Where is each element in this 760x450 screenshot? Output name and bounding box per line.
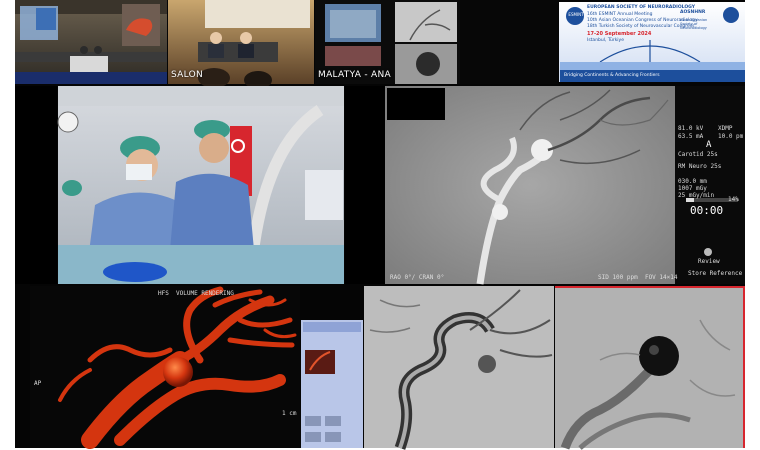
meeting-line-3: 18th Turkish Society of Neurovascular Co… (587, 24, 695, 29)
vr-header: HFS VOLUME RENDERING (158, 290, 234, 297)
operating-room-feed (57, 86, 344, 284)
geometry-readout: SID 100 ppm FOV 14×14 (598, 274, 678, 281)
right-badge: AOSNHNR (680, 10, 706, 15)
video-mosaic (15, 0, 745, 450)
timer-readout: 00:00 (690, 204, 724, 217)
ma-readout: 63.5 mA (678, 133, 704, 140)
vr-side-label: AP (34, 380, 42, 387)
dsa-coil-view (555, 286, 745, 450)
org-title: EUROPEAN SOCIETY OF NEURORADIOLOGY (587, 5, 696, 10)
workstation-sidebar (301, 286, 363, 448)
mode-readout: XDMP (718, 125, 733, 132)
progress-percent: 14% (728, 196, 739, 203)
volume-render-view (30, 286, 300, 449)
vr-scale: 1 cm (282, 410, 297, 417)
dsa-road-map-view (364, 286, 554, 450)
store-reference-label: Store Reference (688, 270, 743, 277)
plane-readout: A (706, 140, 712, 150)
dose-readout-2: 1007 mGy (678, 185, 707, 192)
review-label: Review (698, 258, 720, 265)
meeting-city: Istanbul, Türkiye (587, 38, 624, 43)
meeting-dates: 17-20 September 2024 (587, 31, 652, 37)
city-label: MALATYA - ANA (318, 70, 391, 80)
dose-readout-1: 030.0 mm (678, 178, 707, 185)
auditorium-feed (15, 0, 167, 84)
gantry-angle: RAO 0°/ CRAN 0° (390, 274, 445, 281)
meeting-line-1: 16th ESMINT Annual Meeting (587, 12, 653, 17)
carotid-protocol: Carotid 25s (678, 151, 718, 158)
banner-tagline: Bridging Continents & Advancing Frontier… (564, 73, 660, 78)
kv-readout: 81.0 kV (678, 125, 704, 132)
org-badge: ESMINT (568, 12, 584, 17)
dose-readout-3: 25 mGy/min (678, 192, 715, 199)
fov-readout: 10.0 pm (718, 133, 744, 140)
neuro-protocol: RM Neuro 25s (678, 163, 722, 170)
dsa-main-view (385, 86, 675, 285)
right-badge-text: Asian Oceanian Society of Neuroradiology (680, 18, 708, 30)
room-label: SALON (171, 70, 204, 80)
